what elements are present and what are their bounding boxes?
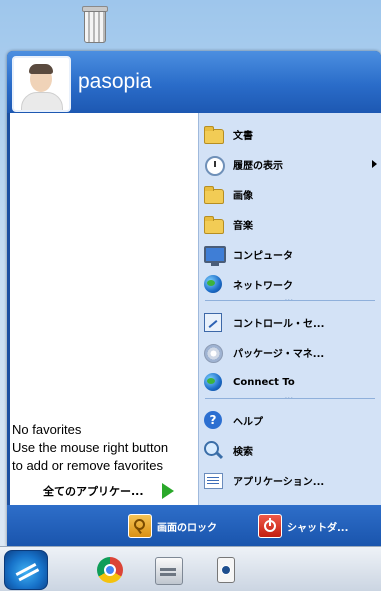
menu-item-control-panel[interactable]: コントロール・セ... (203, 309, 379, 335)
menu-item-label: ネットワーク (233, 280, 293, 292)
lock-key-icon (128, 514, 152, 538)
menu-header: pasopia (7, 51, 381, 113)
menu-item-label: 文書 (233, 130, 253, 142)
lock-screen-label: 画面のロック (157, 522, 217, 534)
all-applications-button[interactable]: 全てのアプリケー... (43, 480, 174, 502)
avatar-body (21, 92, 63, 110)
menu-item-label: コントロール・セ... (233, 318, 325, 330)
menu-item-connect-to[interactable]: Connect To (203, 369, 379, 395)
menu-item-label: 画像 (233, 190, 253, 202)
shutdown-label: シャットダ... (287, 522, 349, 534)
menu-separator: ··· (205, 297, 375, 304)
menu-item-computer[interactable]: コンピュータ (203, 241, 379, 267)
menu-item-label: 音楽 (233, 220, 253, 232)
applications-icon (203, 470, 223, 490)
documents-folder-icon (203, 124, 224, 144)
computer-icon (203, 244, 226, 266)
lock-screen-button[interactable]: 画面のロック (128, 514, 217, 538)
submenu-arrow-icon (372, 160, 377, 168)
play-arrow-icon (161, 483, 174, 499)
shutdown-button[interactable]: シャットダ... (258, 514, 348, 538)
menu-item-package-manager[interactable]: パッケージ・マネ... (203, 339, 379, 365)
menu-item-history[interactable]: 履歴の表示 (203, 151, 379, 177)
music-folder-icon (203, 214, 224, 234)
menu-item-network[interactable]: ネットワーク (203, 271, 379, 297)
favorites-pane: No favorites Use the mouse right button … (10, 113, 198, 505)
taskbar (0, 546, 381, 591)
network-icon (203, 274, 223, 294)
favorites-message-line: No favorites (12, 422, 82, 437)
user-avatar[interactable] (12, 56, 71, 112)
start-menu: pasopia No favorites Use the mouse right… (7, 51, 381, 546)
avatar-hair (29, 64, 53, 74)
menu-item-label: 検索 (233, 446, 253, 458)
pictures-folder-icon (203, 184, 224, 204)
menu-item-help[interactable]: ? ヘルプ (203, 407, 379, 433)
connect-globe-icon (203, 372, 223, 392)
menu-item-music[interactable]: 音楽 (203, 211, 379, 237)
menu-item-search[interactable]: 検索 (203, 437, 379, 463)
file-manager-icon[interactable] (155, 557, 183, 585)
menu-item-documents[interactable]: 文書 (203, 121, 379, 147)
power-icon (258, 514, 282, 538)
chrome-icon[interactable] (97, 557, 123, 583)
menu-item-pictures[interactable]: 画像 (203, 181, 379, 207)
start-menu-icon[interactable] (4, 550, 48, 590)
menu-item-applications[interactable]: アプリケーション... (203, 467, 379, 493)
menu-item-label: ヘルプ (233, 416, 263, 428)
menu-item-label: Connect To (233, 376, 295, 388)
menu-item-label: アプリケーション... (233, 476, 325, 488)
favorites-message-line: Use the mouse right button (12, 440, 169, 455)
menu-item-label: コンピュータ (233, 250, 293, 262)
user-name: pasopia (78, 70, 152, 93)
menu-bottom-bar: 画面のロック シャットダ... (7, 505, 381, 546)
all-applications-label: 全てのアプリケー... (43, 485, 144, 498)
search-icon (203, 440, 223, 460)
history-clock-icon (203, 154, 225, 176)
control-panel-icon (203, 312, 223, 332)
trash-can (84, 11, 106, 43)
menu-item-label: パッケージ・マネ... (233, 348, 325, 360)
package-manager-icon (203, 342, 223, 363)
menu-separator: ··· (205, 395, 375, 402)
trash-icon[interactable] (78, 4, 110, 44)
help-icon: ? (203, 410, 223, 430)
favorites-empty-message: No favorites Use the mouse right button … (12, 421, 202, 475)
places-pane: 文書 履歴の表示 画像 音楽 コンピュータ ネットワーク ··· コントロール・… (198, 113, 381, 505)
favorites-message-line: to add or remove favorites (12, 458, 164, 473)
menu-item-label: 履歴の表示 (233, 160, 283, 172)
device-icon[interactable] (217, 557, 235, 583)
